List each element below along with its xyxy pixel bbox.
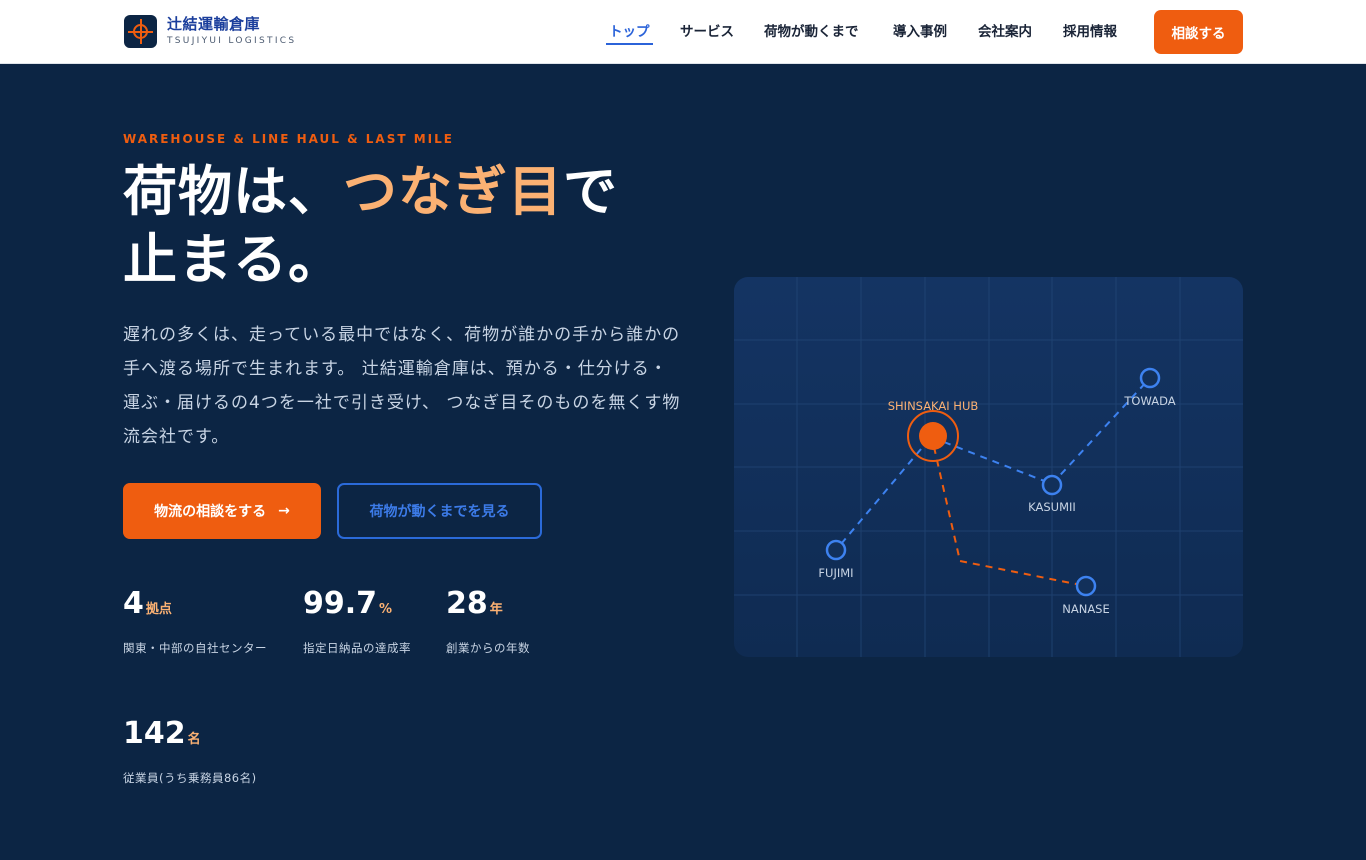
network-map-graphic [734,277,1243,657]
consult-button[interactable]: 物流の相談をする → [123,483,321,539]
arrow-right-icon: → [278,503,290,519]
headline-part-2: で [563,160,618,223]
nav-item-top[interactable]: トップ [609,20,650,40]
stat-unit: 名 [187,732,201,747]
headline-part-1: 荷物は、 [123,160,343,223]
stat-label: 指定日納品の達成率 [303,641,411,655]
stat-ontime-rate: 99.7% 指定日納品の達成率 [303,586,411,655]
consult-button-label: 物流の相談をする [154,504,267,520]
header-consult-button[interactable]: 相談する [1154,10,1243,54]
headline-accent: つなぎ目 [343,160,563,223]
stat-unit: % [379,602,393,617]
see-flow-button[interactable]: 荷物が動くまでを見る [337,483,542,539]
map-label-hub: SHINSAKAI HUB [887,399,979,413]
stat-value: 99.7 [303,586,378,621]
hero-eyebrow: WAREHOUSE & LINE HAUL & LAST MILE [123,132,454,146]
nav-active-underline [606,43,653,45]
nav-item-flow[interactable]: 荷物が動くまで [764,20,859,40]
stat-employees: 142 名 従業員(うち乗務員86名) [123,716,256,785]
stat-value: 142 [123,716,186,751]
map-label-node: KASUMII [1028,500,1076,514]
stat-unit: 拠点 [145,602,172,617]
nav-item-company[interactable]: 会社案内 [978,20,1032,40]
stat-unit: 年 [489,602,503,617]
stat-years: 28 年 創業からの年数 [446,586,530,655]
hub-marker-icon [919,422,947,450]
nav-item-services[interactable]: サービス [680,20,734,40]
map-grid [734,277,1243,657]
stat-label: 創業からの年数 [446,641,530,655]
stat-label: 従業員(うち乗務員86名) [123,771,257,785]
stat-locations: 4 拠点 関東・中部の自社センター [123,586,267,655]
hero-headline: 荷物は、つなぎ目で 止まる。 [123,158,618,294]
map-nodes [825,367,1161,597]
stat-label: 関東・中部の自社センター [123,641,267,655]
nav-item-recruit[interactable]: 採用情報 [1063,20,1117,40]
map-label-node: NANASE [1062,602,1110,616]
map-label-node: TOWADA [1124,394,1176,408]
hero-lead: 遅れの多くは、走っている最中ではなく、荷物が誰かの手から誰かの手へ渡る場所で生ま… [123,325,681,447]
headline-line-2: 止まる。 [123,228,343,291]
network-map: SHINSAKAI HUB TOWADA KASUMII FUJIMI NANA… [734,277,1243,657]
nav-item-cases[interactable]: 導入事例 [893,20,947,40]
stat-value: 4 [123,586,144,621]
site-header: 辻結運輸倉庫 TSUJIYUI LOGISTICS トップ サービス 荷物が動く… [0,0,1366,64]
stat-value: 28 [446,586,488,621]
map-label-node: FUJIMI [818,566,854,580]
